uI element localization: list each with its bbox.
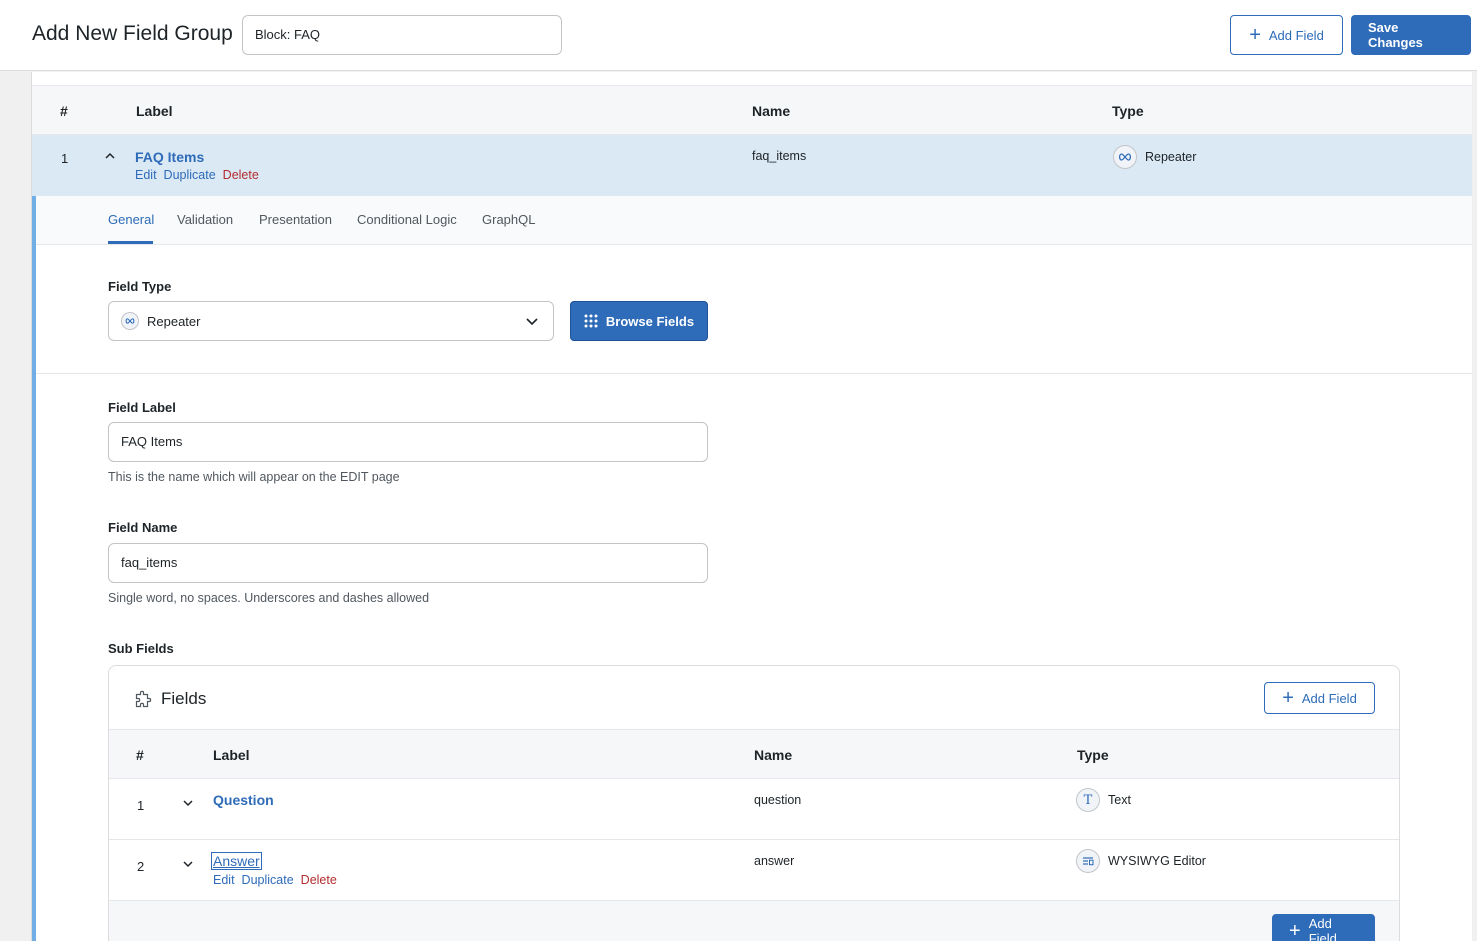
fields-panel: # Label Name Type 1 FAQ Items Edit Dupli…	[31, 72, 1472, 941]
column-label: Label	[213, 747, 250, 763]
tab-conditional-logic[interactable]: Conditional Logic	[357, 212, 457, 227]
tab-validation[interactable]: Validation	[177, 212, 233, 227]
field-name-help: Single word, no spaces. Underscores and …	[108, 591, 430, 605]
chevron-down-icon	[526, 318, 538, 326]
sub-fields-heading: Sub Fields	[108, 641, 174, 656]
tab-presentation[interactable]: Presentation	[259, 212, 332, 227]
sub-fields-footer: + Add Field	[109, 901, 1399, 941]
field-name-value: faq_items	[752, 149, 807, 163]
field-row-faq-items[interactable]: 1 FAQ Items Edit Duplicate Delete faq_it…	[32, 135, 1472, 196]
grid-icon	[584, 314, 598, 328]
tab-general[interactable]: General	[108, 212, 154, 227]
sub-field-name-value: answer	[754, 854, 795, 868]
column-type: Type	[1112, 103, 1144, 119]
duplicate-link[interactable]: Duplicate	[164, 168, 216, 182]
infinity-icon	[121, 312, 139, 330]
field-type-value: Repeater	[1145, 150, 1197, 164]
active-tab-indicator	[108, 241, 153, 244]
sub-field-type-value: Text	[1108, 793, 1131, 807]
edit-link[interactable]: Edit	[213, 873, 235, 887]
text-t-icon: T	[1076, 788, 1100, 812]
sub-field-label-link[interactable]: Answer	[211, 852, 262, 870]
infinity-icon	[1113, 145, 1137, 169]
plus-icon: +	[1249, 24, 1261, 46]
browse-fields-button[interactable]: Browse Fields	[570, 301, 708, 341]
delete-link[interactable]: Delete	[301, 873, 337, 887]
sub-fields-box: Fields + Add Field # Label Name Type 1 Q…	[108, 665, 1400, 941]
panel-top-strip	[32, 72, 1472, 86]
plus-icon: +	[1289, 920, 1301, 941]
section-divider	[36, 373, 1472, 374]
column-number: #	[136, 747, 144, 763]
wysiwyg-icon	[1076, 849, 1100, 873]
field-label-input[interactable]: FAQ Items	[108, 422, 708, 462]
sub-add-field-button[interactable]: + Add Field	[1264, 682, 1375, 714]
field-name-input[interactable]: faq_items	[108, 543, 708, 583]
fields-table-header: # Label Name Type	[32, 86, 1472, 135]
chevron-down-icon[interactable]	[182, 797, 194, 809]
field-type-selected: Repeater	[147, 313, 201, 329]
chevron-up-icon[interactable]	[104, 150, 116, 162]
footer-add-field-button[interactable]: + Add Field	[1272, 914, 1375, 941]
chevron-down-icon[interactable]	[182, 858, 194, 870]
field-label-link[interactable]: FAQ Items	[135, 149, 204, 165]
row-actions: Edit Duplicate Delete	[213, 873, 337, 887]
tab-graphql[interactable]: GraphQL	[482, 212, 535, 227]
row-number: 1	[137, 798, 145, 813]
footer-add-field-label: Add Field	[1308, 916, 1337, 941]
field-settings: General Validation Presentation Conditio…	[32, 196, 1472, 941]
page-title: Add New Field Group	[32, 22, 233, 45]
add-field-button[interactable]: + Add Field	[1230, 15, 1343, 55]
plus-icon: +	[1282, 687, 1294, 709]
duplicate-link[interactable]: Duplicate	[242, 873, 294, 887]
field-type-cell: Repeater	[1113, 145, 1196, 169]
sub-field-name-value: question	[754, 793, 802, 807]
puzzle-icon	[135, 690, 152, 708]
sub-fields-table-header: # Label Name Type	[109, 730, 1399, 779]
edit-link[interactable]: Edit	[135, 168, 157, 182]
delete-link[interactable]: Delete	[223, 168, 259, 182]
sub-field-row-answer[interactable]: 2 Answer Edit Duplicate Delete answer WY…	[109, 840, 1399, 901]
add-field-label: Add Field	[1268, 27, 1324, 43]
field-name-heading: Field Name	[108, 520, 178, 535]
sub-add-field-label: Add Field	[1301, 690, 1357, 706]
column-name: Name	[754, 747, 793, 763]
column-name: Name	[752, 103, 791, 119]
sub-field-row-question[interactable]: 1 Question question T Text	[109, 779, 1399, 840]
column-label: Label	[136, 103, 173, 119]
row-number: 2	[137, 859, 145, 874]
page-header: Add New Field Group Block: FAQ + Add Fie…	[0, 0, 1477, 71]
field-group-title-input[interactable]: Block: FAQ	[242, 15, 562, 55]
column-number: #	[60, 103, 68, 119]
sub-field-label-link[interactable]: Question	[213, 792, 274, 808]
sub-fields-title: Fields	[161, 689, 207, 708]
row-number: 1	[61, 151, 69, 166]
row-actions: Edit Duplicate Delete	[135, 168, 259, 182]
field-label-help: This is the name which will appear on th…	[108, 470, 400, 484]
save-changes-button[interactable]: Save Changes	[1351, 15, 1471, 55]
field-type-select[interactable]: Repeater	[108, 301, 554, 341]
field-label-heading: Field Label	[108, 400, 176, 415]
sub-field-type-cell: WYSIWYG Editor	[1076, 849, 1206, 873]
browse-fields-label: Browse Fields	[605, 313, 695, 329]
column-type: Type	[1077, 747, 1109, 763]
sub-field-type-value: WYSIWYG Editor	[1108, 854, 1206, 868]
settings-tabs: General Validation Presentation Conditio…	[36, 196, 1472, 245]
sub-field-type-cell: T Text	[1076, 788, 1131, 812]
field-type-label: Field Type	[108, 279, 172, 294]
sub-fields-header: Fields + Add Field	[109, 666, 1399, 730]
